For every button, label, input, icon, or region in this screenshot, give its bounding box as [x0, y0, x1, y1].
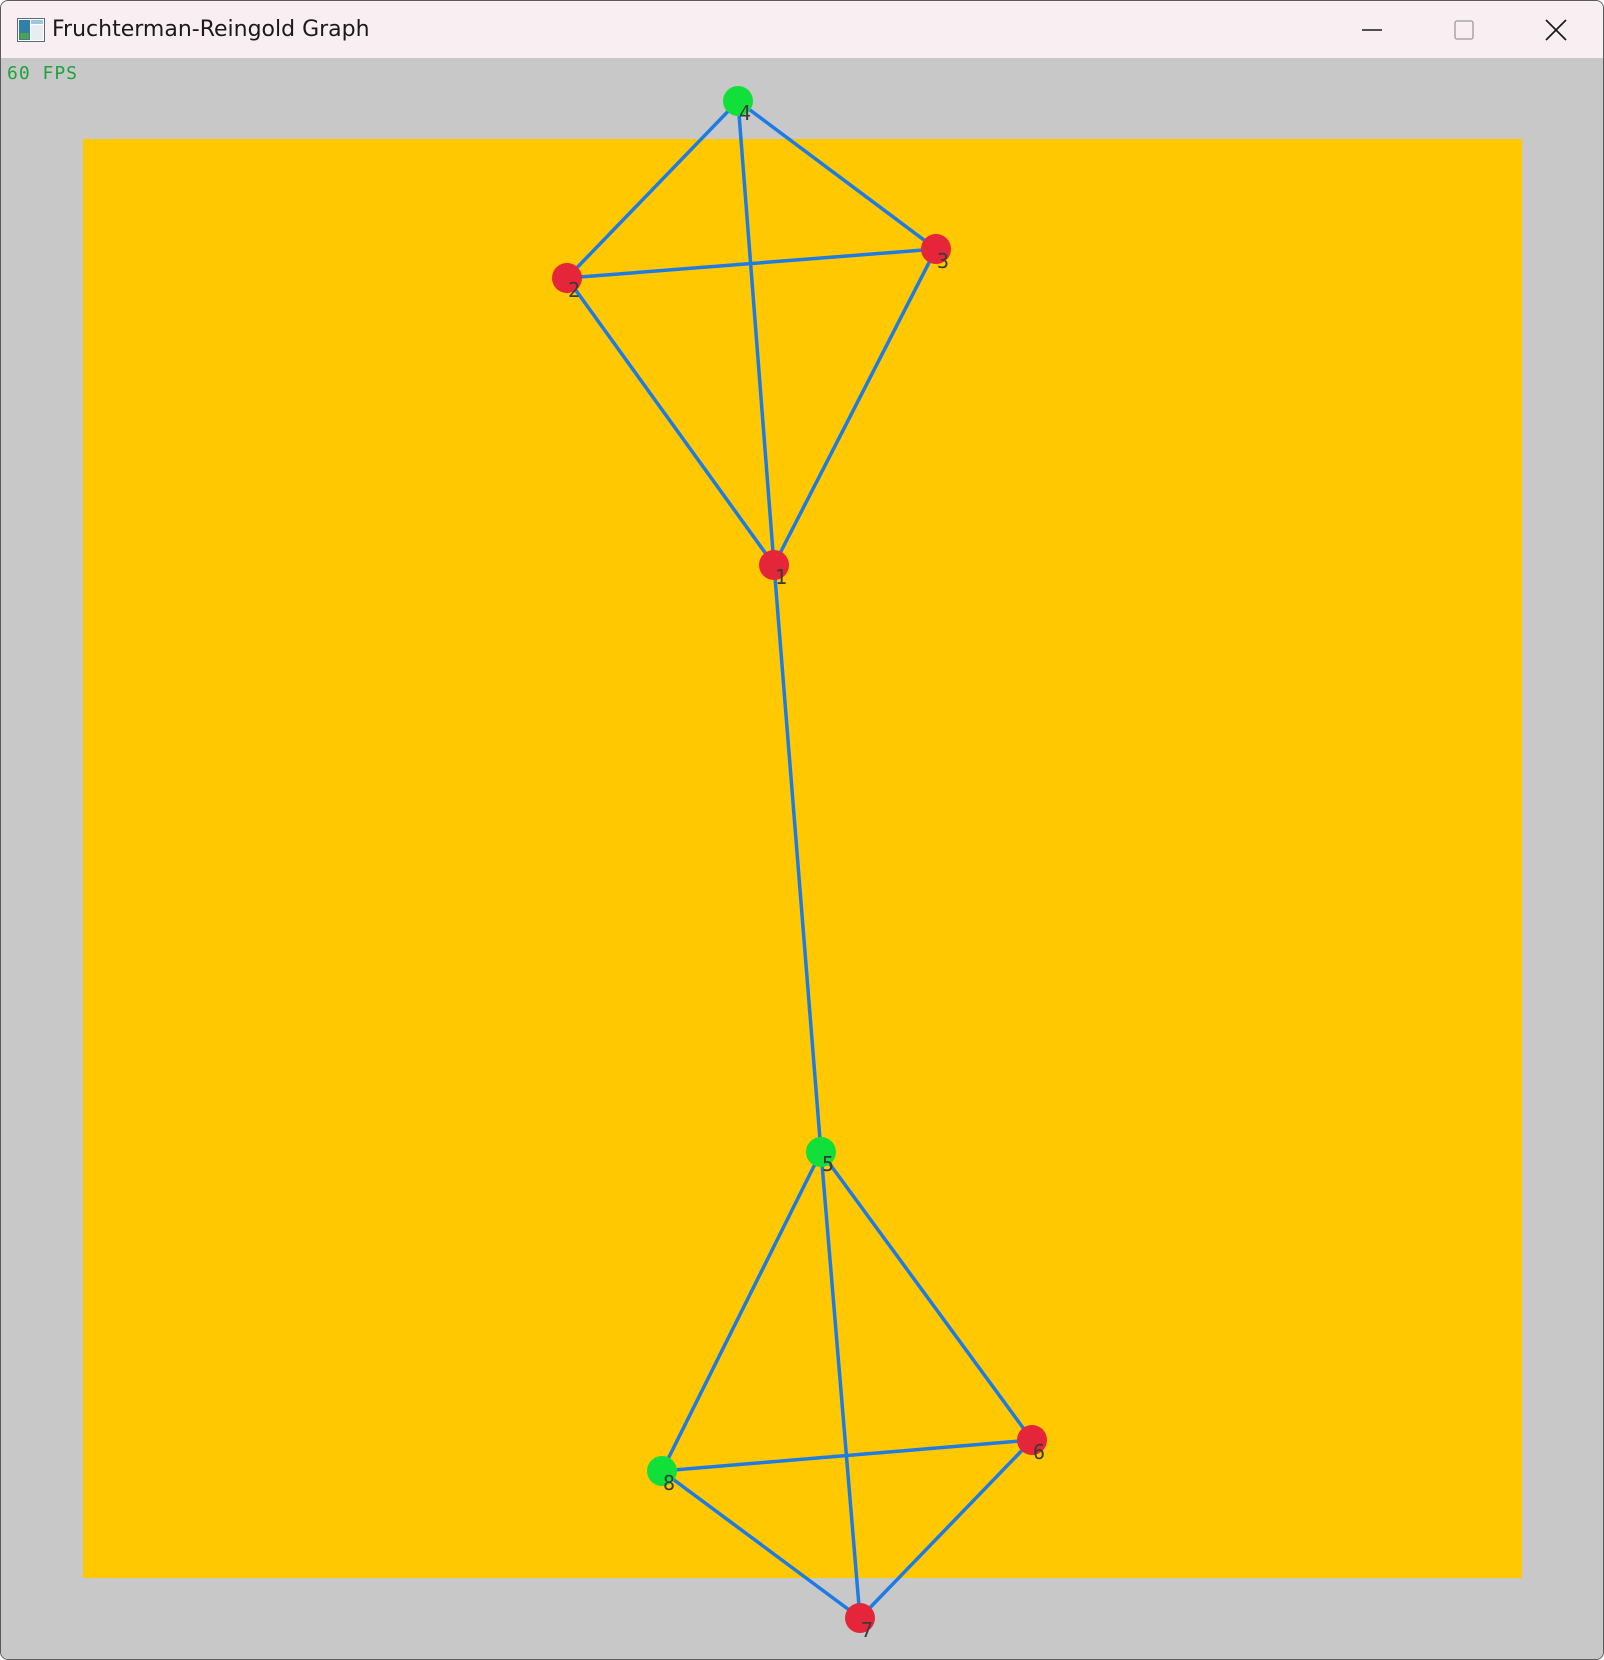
window-title: Fruchterman-Reingold Graph	[52, 17, 370, 42]
fps-counter: 60 FPS	[7, 63, 79, 84]
app-window: Fruchterman-Reingold Graph 1 2 3 4 5 6 7 8 60 F…	[0, 0, 1604, 1660]
minimize-icon	[1362, 28, 1382, 31]
title-bar[interactable]: Fruchterman-Reingold Graph	[1, 1, 1603, 58]
node-label: 4	[739, 101, 751, 125]
node-label: 7	[861, 1618, 873, 1642]
app-icon	[17, 18, 45, 42]
node-label: 1	[775, 565, 787, 589]
graph-node-7[interactable]: 7	[845, 1603, 875, 1642]
node-label: 3	[937, 249, 949, 273]
close-icon	[1545, 18, 1567, 41]
node-label: 8	[663, 1471, 675, 1495]
graph-area	[83, 139, 1522, 1578]
minimize-button[interactable]	[1326, 1, 1418, 58]
render-canvas[interactable]: 1 2 3 4 5 6 7 8 60 FPS	[1, 58, 1603, 1659]
node-label: 6	[1033, 1440, 1045, 1464]
node-label: 2	[568, 278, 580, 302]
maximize-icon	[1454, 19, 1474, 40]
maximize-button[interactable]	[1418, 1, 1510, 58]
graph-view[interactable]: 1 2 3 4 5 6 7 8	[1, 58, 1603, 1659]
close-button[interactable]	[1510, 1, 1602, 58]
node-label: 5	[822, 1152, 834, 1176]
